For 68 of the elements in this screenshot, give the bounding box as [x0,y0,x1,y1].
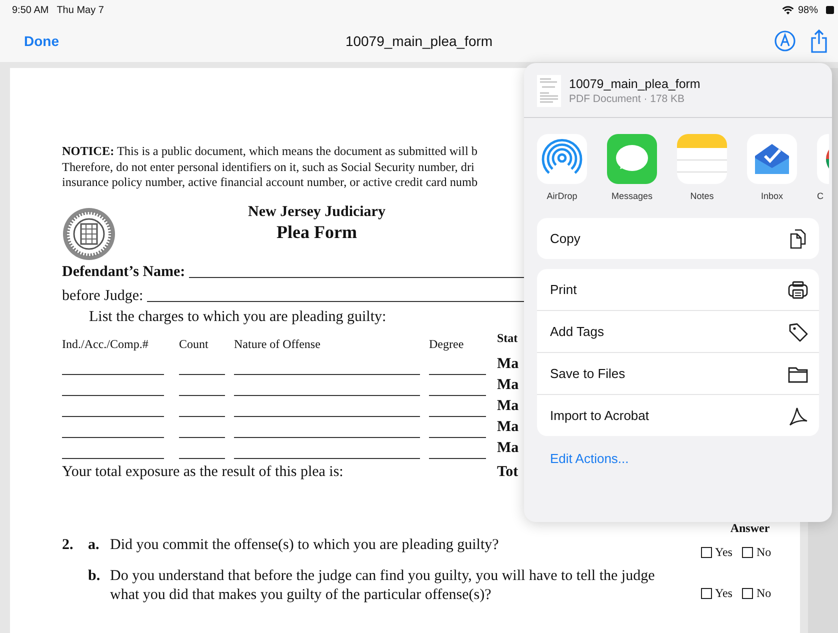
app-label: Inbox [760,191,784,201]
question-letter: a. [88,536,100,554]
notice-text: Therefore, do not enter personal identifiers on it, such as Social Security number, dri [62,160,476,175]
airdrop-icon[interactable] [537,134,587,184]
document-thumbnail-icon [537,75,561,107]
option-label: Yes [715,545,732,560]
action-label: Save to Files [550,366,626,381]
column-header: Count [179,336,210,352]
seal-icon [62,206,116,260]
action-item[interactable]: Import to Acrobat [537,395,819,436]
question-text: Do you understand that before the judge can find you guilty, you will have to tell the judge what you did that makes you guilty of the particular offense(s)? [110,566,656,604]
checkbox[interactable] [742,588,754,598]
column-header: Degree [429,336,465,353]
notice-text: NOTICE: This is a public document, which means the document as submitted will b [62,144,478,160]
question-text: Did you commit the offense(s) to which you are pleading guilty? [110,536,500,554]
column-header: Stat [497,330,519,346]
question-number: 2. [62,536,74,554]
answer-header: Answer [729,520,771,536]
statute-label: Ma [497,398,520,414]
app-label: Notes [690,191,714,201]
option-label: No [756,545,772,560]
done-button[interactable]: Done [24,33,59,49]
statute-label: Tot [497,464,520,480]
battery-percent: 98% [798,4,818,16]
app-label: AirDrop [546,191,578,201]
charges-prompt: List the charges to which you are pleading guilty: [89,308,386,326]
share-icon[interactable] [810,29,828,53]
action-label: Import to Acrobat [550,408,649,423]
status-time: 9:50 AM [12,4,49,16]
battery-icon [826,5,834,15]
action-label: Copy [550,231,580,246]
inbox-icon[interactable] [747,134,797,184]
checkbox[interactable] [742,547,754,558]
statute-label: Ma [497,440,520,456]
wifi-icon [782,5,794,15]
statute-label: Ma [497,420,520,434]
court-name: New Jersey Judiciary [248,202,386,220]
markup-icon[interactable] [774,30,796,52]
file-name: 10079_main_plea_form [569,77,700,91]
app-icon[interactable] [817,134,829,184]
action-label: Print [550,282,577,297]
form-title: Plea Form [276,220,357,242]
checkbox[interactable] [701,588,712,598]
action-label: Add Tags [550,324,604,339]
edit-actions-link[interactable]: Edit Actions... [550,451,629,466]
option-label: Yes [715,586,732,600]
document-title: 10079_main_plea_form [345,33,493,49]
question-letter: b. [88,566,102,586]
action-item[interactable]: Copy [537,218,819,259]
total-label: Your total exposure as the result of this plea is: [62,462,344,482]
option-label: No [756,586,772,600]
field-label: before Judge: [62,288,144,304]
notice-text: insurance policy number, active financial account number, or active credit card numb [62,175,479,190]
column-header: Ind./Acc./Comp.# [62,336,150,352]
action-item[interactable]: Print [537,269,819,311]
statute-label: Ma [497,356,520,372]
status-date: Thu May 7 [56,4,104,16]
column-header: Nature of Offense [234,336,322,352]
printer-icon [787,278,809,300]
action-item[interactable]: Add Tags [537,311,819,353]
tag-icon [787,320,809,342]
statute-label: Ma [497,378,520,392]
action-item[interactable]: Save to Files [537,353,819,395]
app-label: C [817,191,824,201]
file-info: PDF Document · 178 KB [569,93,686,105]
field-label: Defendant’s Name: [62,264,186,280]
app-label: Messages [611,191,653,201]
checkbox[interactable] [701,547,712,558]
